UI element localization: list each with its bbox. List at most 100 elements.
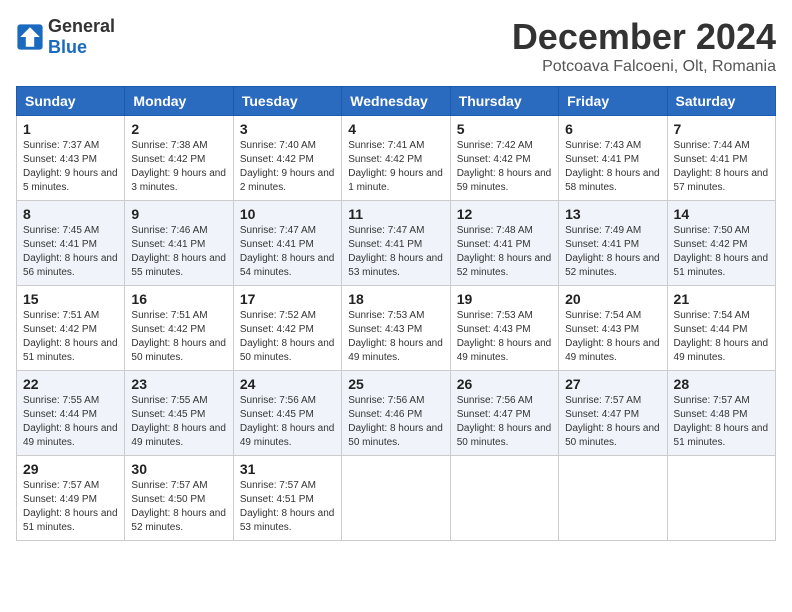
day-info: Sunrise: 7:57 AMSunset: 4:50 PMDaylight:… — [131, 479, 226, 535]
calendar-day-cell: 3 Sunrise: 7:40 AMSunset: 4:42 PMDaylight… — [233, 116, 341, 201]
day-info: Sunrise: 7:57 AMSunset: 4:48 PMDaylight:… — [674, 394, 769, 450]
calendar: SundayMondayTuesdayWednesdayThursdayFrid… — [16, 86, 776, 541]
calendar-day-cell — [559, 456, 667, 541]
day-number: 30 — [131, 461, 226, 477]
calendar-day-cell: 1 Sunrise: 7:37 AMSunset: 4:43 PMDaylight… — [17, 116, 125, 201]
day-info: Sunrise: 7:55 AMSunset: 4:44 PMDaylight:… — [23, 394, 118, 450]
day-number: 7 — [674, 121, 769, 137]
day-info: Sunrise: 7:57 AMSunset: 4:51 PMDaylight:… — [240, 479, 335, 535]
day-number: 15 — [23, 291, 118, 307]
calendar-day-cell: 22 Sunrise: 7:55 AMSunset: 4:44 PMDayligh… — [17, 371, 125, 456]
day-number: 8 — [23, 206, 118, 222]
day-info: Sunrise: 7:53 AMSunset: 4:43 PMDaylight:… — [457, 309, 552, 365]
day-number: 17 — [240, 291, 335, 307]
calendar-day-cell: 9 Sunrise: 7:46 AMSunset: 4:41 PMDaylight… — [125, 201, 233, 286]
day-info: Sunrise: 7:55 AMSunset: 4:45 PMDaylight:… — [131, 394, 226, 450]
day-info: Sunrise: 7:49 AMSunset: 4:41 PMDaylight:… — [565, 224, 660, 280]
calendar-day-cell: 11 Sunrise: 7:47 AMSunset: 4:41 PMDayligh… — [342, 201, 450, 286]
day-number: 23 — [131, 376, 226, 392]
calendar-day-cell: 13Sunrise: 7:49 AMSunset: 4:41 PMDayligh… — [559, 201, 667, 286]
day-info: Sunrise: 7:50 AMSunset: 4:42 PMDaylight:… — [674, 224, 769, 280]
day-info: Sunrise: 7:57 AMSunset: 4:49 PMDaylight:… — [23, 479, 118, 535]
calendar-day-cell: 5Sunrise: 7:42 AMSunset: 4:42 PMDaylight… — [450, 116, 558, 201]
day-info: Sunrise: 7:47 AMSunset: 4:41 PMDaylight:… — [240, 224, 335, 280]
day-number: 22 — [23, 376, 118, 392]
weekday-header: Sunday — [17, 87, 125, 116]
day-number: 12 — [457, 206, 552, 222]
header: General Blue December 2024 Potcoava Falc… — [16, 16, 776, 76]
calendar-day-cell: 16 Sunrise: 7:51 AMSunset: 4:42 PMDayligh… — [125, 286, 233, 371]
calendar-day-cell: 10 Sunrise: 7:47 AMSunset: 4:41 PMDayligh… — [233, 201, 341, 286]
day-info: Sunrise: 7:46 AMSunset: 4:41 PMDaylight:… — [131, 224, 226, 280]
weekday-header: Wednesday — [342, 87, 450, 116]
day-info: Sunrise: 7:48 AMSunset: 4:41 PMDaylight:… — [457, 224, 552, 280]
calendar-day-cell: 2Sunrise: 7:38 AMSunset: 4:42 PMDaylight… — [125, 116, 233, 201]
day-info: Sunrise: 7:56 AMSunset: 4:46 PMDaylight:… — [348, 394, 443, 450]
day-number: 21 — [674, 291, 769, 307]
calendar-day-cell — [667, 456, 775, 541]
day-info: Sunrise: 7:56 AMSunset: 4:45 PMDaylight:… — [240, 394, 335, 450]
day-number: 31 — [240, 461, 335, 477]
day-info: Sunrise: 7:51 AMSunset: 4:42 PMDaylight:… — [131, 309, 226, 365]
day-info: Sunrise: 7:37 AMSunset: 4:43 PMDaylight:… — [23, 139, 118, 195]
day-info: Sunrise: 7:43 AMSunset: 4:41 PMDaylight:… — [565, 139, 660, 195]
calendar-day-cell: 6 Sunrise: 7:43 AMSunset: 4:41 PMDaylight… — [559, 116, 667, 201]
calendar-day-cell: 21 Sunrise: 7:54 AMSunset: 4:44 PMDayligh… — [667, 286, 775, 371]
day-info: Sunrise: 7:41 AMSunset: 4:42 PMDaylight:… — [348, 139, 443, 195]
calendar-day-cell: 17Sunrise: 7:52 AMSunset: 4:42 PMDayligh… — [233, 286, 341, 371]
day-info: Sunrise: 7:45 AMSunset: 4:41 PMDaylight:… — [23, 224, 118, 280]
day-number: 3 — [240, 121, 335, 137]
weekday-header: Monday — [125, 87, 233, 116]
day-info: Sunrise: 7:53 AMSunset: 4:43 PMDaylight:… — [348, 309, 443, 365]
day-info: Sunrise: 7:44 AMSunset: 4:41 PMDaylight:… — [674, 139, 769, 195]
title-area: December 2024 Potcoava Falcoeni, Olt, Ro… — [512, 16, 776, 76]
month-title: December 2024 — [512, 16, 776, 58]
calendar-header-row: SundayMondayTuesdayWednesdayThursdayFrid… — [17, 87, 776, 116]
calendar-day-cell: 29 Sunrise: 7:57 AMSunset: 4:49 PMDayligh… — [17, 456, 125, 541]
day-info: Sunrise: 7:40 AMSunset: 4:42 PMDaylight:… — [240, 139, 335, 195]
day-info: Sunrise: 7:51 AMSunset: 4:42 PMDaylight:… — [23, 309, 118, 365]
calendar-day-cell: 7 Sunrise: 7:44 AMSunset: 4:41 PMDaylight… — [667, 116, 775, 201]
calendar-day-cell: 15 Sunrise: 7:51 AMSunset: 4:42 PMDayligh… — [17, 286, 125, 371]
day-info: Sunrise: 7:54 AMSunset: 4:43 PMDaylight:… — [565, 309, 660, 365]
calendar-day-cell: 19Sunrise: 7:53 AMSunset: 4:43 PMDayligh… — [450, 286, 558, 371]
calendar-day-cell: 25 Sunrise: 7:56 AMSunset: 4:46 PMDayligh… — [342, 371, 450, 456]
calendar-day-cell: 14 Sunrise: 7:50 AMSunset: 4:42 PMDayligh… — [667, 201, 775, 286]
weekday-header: Thursday — [450, 87, 558, 116]
day-info: Sunrise: 7:56 AMSunset: 4:47 PMDaylight:… — [457, 394, 552, 450]
day-number: 1 — [23, 121, 118, 137]
calendar-day-cell: 4 Sunrise: 7:41 AMSunset: 4:42 PMDaylight… — [342, 116, 450, 201]
calendar-week-row: 29 Sunrise: 7:57 AMSunset: 4:49 PMDayligh… — [17, 456, 776, 541]
weekday-header: Tuesday — [233, 87, 341, 116]
calendar-day-cell: 28 Sunrise: 7:57 AMSunset: 4:48 PMDayligh… — [667, 371, 775, 456]
logo-icon — [16, 23, 44, 51]
day-number: 14 — [674, 206, 769, 222]
calendar-day-cell — [342, 456, 450, 541]
day-number: 16 — [131, 291, 226, 307]
calendar-day-cell — [450, 456, 558, 541]
day-number: 27 — [565, 376, 660, 392]
calendar-day-cell: 18Sunrise: 7:53 AMSunset: 4:43 PMDayligh… — [342, 286, 450, 371]
calendar-week-row: 8 Sunrise: 7:45 AMSunset: 4:41 PMDaylight… — [17, 201, 776, 286]
day-number: 4 — [348, 121, 443, 137]
day-number: 29 — [23, 461, 118, 477]
calendar-day-cell: 26Sunrise: 7:56 AMSunset: 4:47 PMDayligh… — [450, 371, 558, 456]
day-number: 28 — [674, 376, 769, 392]
day-info: Sunrise: 7:47 AMSunset: 4:41 PMDaylight:… — [348, 224, 443, 280]
day-number: 10 — [240, 206, 335, 222]
day-number: 25 — [348, 376, 443, 392]
day-number: 9 — [131, 206, 226, 222]
calendar-week-row: 15 Sunrise: 7:51 AMSunset: 4:42 PMDayligh… — [17, 286, 776, 371]
day-number: 5 — [457, 121, 552, 137]
day-info: Sunrise: 7:54 AMSunset: 4:44 PMDaylight:… — [674, 309, 769, 365]
day-number: 11 — [348, 206, 443, 222]
calendar-week-row: 22 Sunrise: 7:55 AMSunset: 4:44 PMDayligh… — [17, 371, 776, 456]
calendar-week-row: 1 Sunrise: 7:37 AMSunset: 4:43 PMDaylight… — [17, 116, 776, 201]
calendar-day-cell: 24Sunrise: 7:56 AMSunset: 4:45 PMDayligh… — [233, 371, 341, 456]
calendar-day-cell: 20Sunrise: 7:54 AMSunset: 4:43 PMDayligh… — [559, 286, 667, 371]
day-number: 6 — [565, 121, 660, 137]
logo-blue: Blue — [48, 37, 87, 57]
day-info: Sunrise: 7:57 AMSunset: 4:47 PMDaylight:… — [565, 394, 660, 450]
calendar-day-cell: 30 Sunrise: 7:57 AMSunset: 4:50 PMDayligh… — [125, 456, 233, 541]
day-info: Sunrise: 7:38 AMSunset: 4:42 PMDaylight:… — [131, 139, 226, 195]
